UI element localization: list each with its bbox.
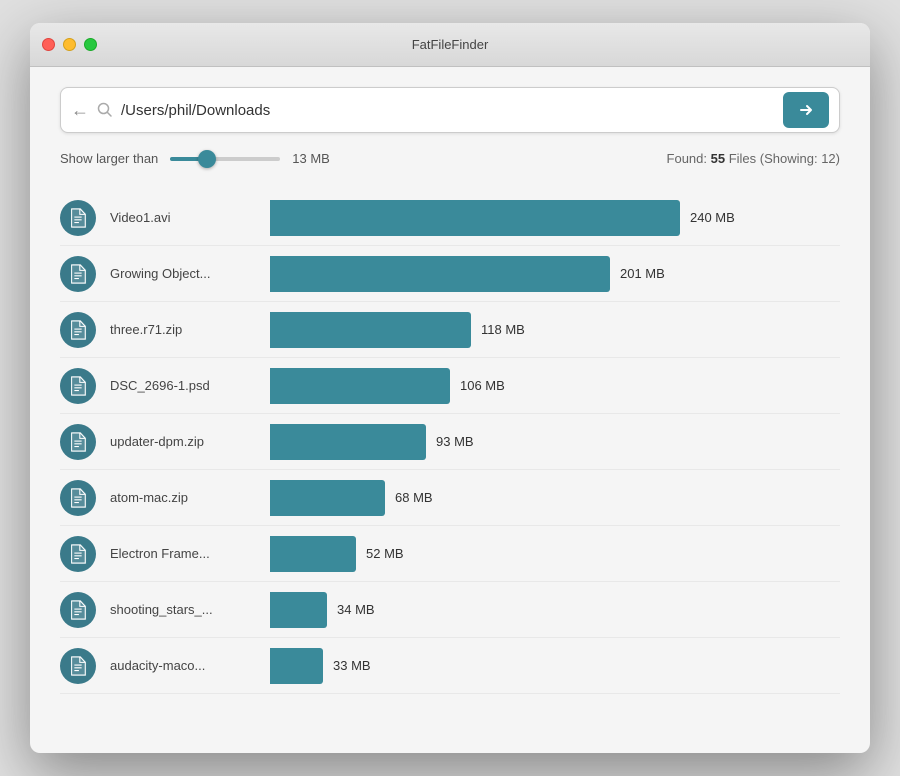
go-button[interactable]: [783, 92, 829, 128]
file-size: 33 MB: [333, 658, 371, 673]
filter-bar: Show larger than 13 MB Found: 55 Files (…: [60, 151, 840, 166]
size-slider[interactable]: [170, 157, 280, 161]
file-icon: [60, 480, 96, 516]
file-icon: [60, 648, 96, 684]
size-bar: [270, 480, 385, 516]
bar-container: 201 MB: [270, 256, 840, 292]
file-name: DSC_2696-1.psd: [110, 378, 270, 393]
found-unit: Files: [725, 151, 756, 166]
size-bar: [270, 256, 610, 292]
file-size: 34 MB: [337, 602, 375, 617]
file-icon: [60, 256, 96, 292]
file-size: 52 MB: [366, 546, 404, 561]
size-bar: [270, 312, 471, 348]
file-icon: [60, 424, 96, 460]
file-name: Growing Object...: [110, 266, 270, 281]
size-bar: [270, 648, 323, 684]
file-size: 93 MB: [436, 434, 474, 449]
file-name: Video1.avi: [110, 210, 270, 225]
found-count: 55: [711, 151, 725, 166]
path-input[interactable]: [121, 102, 775, 119]
close-button[interactable]: [42, 38, 55, 51]
window-title: FatFileFinder: [412, 37, 489, 52]
file-size: 68 MB: [395, 490, 433, 505]
bar-container: 33 MB: [270, 648, 840, 684]
table-row[interactable]: updater-dpm.zip 93 MB: [60, 414, 840, 470]
file-icon: [60, 536, 96, 572]
app-window: FatFileFinder ← Show larger than: [30, 23, 870, 753]
table-row[interactable]: Video1.avi 240 MB: [60, 190, 840, 246]
file-size: 118 MB: [481, 322, 525, 337]
file-icon: [60, 200, 96, 236]
size-bar: [270, 424, 426, 460]
file-name: atom-mac.zip: [110, 490, 270, 505]
bar-container: 240 MB: [270, 200, 840, 236]
filter-label: Show larger than: [60, 151, 158, 166]
filter-left: Show larger than 13 MB: [60, 151, 332, 166]
found-label: Found: 55 Files (Showing: 12): [667, 151, 840, 166]
table-row[interactable]: audacity-maco... 33 MB: [60, 638, 840, 694]
bar-container: 118 MB: [270, 312, 840, 348]
traffic-lights: [42, 38, 97, 51]
file-size: 201 MB: [620, 266, 665, 281]
minimize-button[interactable]: [63, 38, 76, 51]
bar-container: 106 MB: [270, 368, 840, 404]
bar-container: 34 MB: [270, 592, 840, 628]
table-row[interactable]: atom-mac.zip 68 MB: [60, 470, 840, 526]
table-row[interactable]: Electron Frame... 52 MB: [60, 526, 840, 582]
search-icon: [97, 102, 121, 118]
table-row[interactable]: DSC_2696-1.psd 106 MB: [60, 358, 840, 414]
bar-container: 93 MB: [270, 424, 840, 460]
table-row[interactable]: three.r71.zip 118 MB: [60, 302, 840, 358]
search-bar: ←: [60, 87, 840, 133]
file-size: 240 MB: [690, 210, 735, 225]
titlebar: FatFileFinder: [30, 23, 870, 67]
size-bar: [270, 200, 680, 236]
maximize-button[interactable]: [84, 38, 97, 51]
table-row[interactable]: shooting_stars_... 34 MB: [60, 582, 840, 638]
size-bar: [270, 536, 356, 572]
bar-container: 68 MB: [270, 480, 840, 516]
table-row[interactable]: Growing Object... 201 MB: [60, 246, 840, 302]
file-name: updater-dpm.zip: [110, 434, 270, 449]
size-bar: [270, 592, 327, 628]
back-button[interactable]: ←: [71, 100, 97, 121]
size-bar: [270, 368, 450, 404]
files-list: Video1.avi 240 MB Growing Object... 201 …: [60, 190, 840, 694]
file-name: audacity-maco...: [110, 658, 270, 673]
file-icon: [60, 368, 96, 404]
file-icon: [60, 592, 96, 628]
found-prefix: Found:: [667, 151, 711, 166]
file-size: 106 MB: [460, 378, 505, 393]
file-name: three.r71.zip: [110, 322, 270, 337]
size-value: 13 MB: [292, 151, 332, 166]
bar-container: 52 MB: [270, 536, 840, 572]
file-name: shooting_stars_...: [110, 602, 270, 617]
file-name: Electron Frame...: [110, 546, 270, 561]
main-content: ← Show larger than 13 MB F: [30, 67, 870, 753]
file-icon: [60, 312, 96, 348]
showing-label: (Showing: 12): [760, 151, 840, 166]
